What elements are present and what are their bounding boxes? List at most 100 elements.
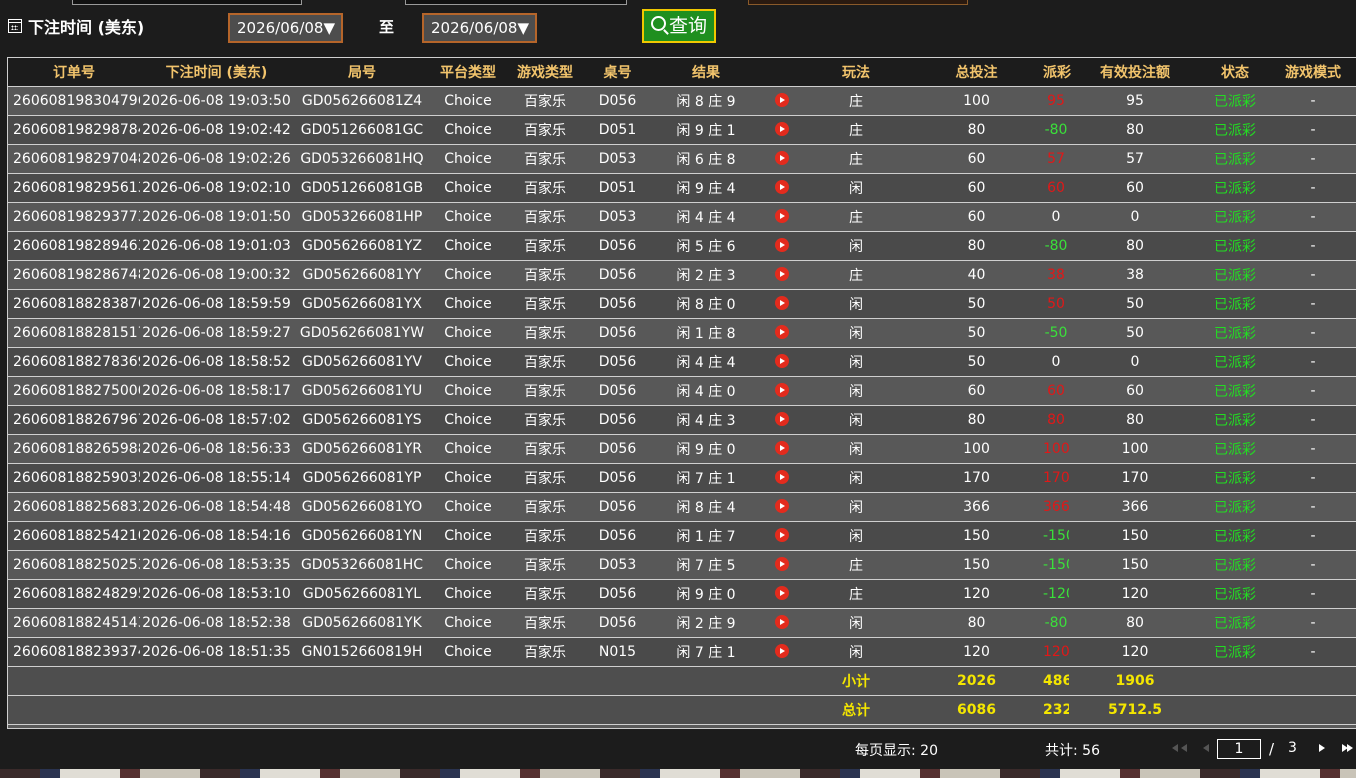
table-row: 260608188256832 2026-06-08 18:54:48 GD0562… bbox=[8, 492, 1356, 522]
bet-time-cell: 2026-06-08 18:59:27 bbox=[140, 318, 293, 348]
order-no-cell: 260608198298784 bbox=[8, 115, 140, 145]
bet-type-cell: 闲 bbox=[802, 521, 910, 551]
valid-bet-cell: 0 bbox=[1069, 202, 1201, 232]
play-video-icon[interactable] bbox=[775, 238, 789, 252]
col-total-bet: 总投注 bbox=[910, 58, 1043, 87]
col-game-mode: 游戏模式 bbox=[1269, 58, 1356, 87]
game-mode-cell: - bbox=[1269, 637, 1356, 667]
status-cell: 已派彩 bbox=[1201, 231, 1269, 261]
page-number-input[interactable] bbox=[1217, 739, 1261, 759]
bet-time-cell: 2026-06-08 19:02:42 bbox=[140, 115, 293, 145]
valid-bet-cell: 150 bbox=[1069, 521, 1201, 551]
col-bet-time: 下注时间 (美东) bbox=[140, 58, 293, 87]
total-bet-cell: 150 bbox=[910, 521, 1043, 551]
table-no-cell: D056 bbox=[585, 376, 650, 406]
result-cell: 闲 7 庄 1 bbox=[650, 637, 762, 667]
round-no-cell: GD056266081YY bbox=[293, 260, 431, 290]
play-video-icon[interactable] bbox=[775, 122, 789, 136]
order-no-cell: 260608188265988 bbox=[8, 434, 140, 464]
game-mode-cell: - bbox=[1269, 521, 1356, 551]
replay-cell bbox=[762, 637, 802, 667]
total-bet-cell: 100 bbox=[910, 86, 1043, 116]
total-bet-cell: 60 bbox=[910, 202, 1043, 232]
background-strip bbox=[0, 769, 1356, 778]
play-video-icon[interactable] bbox=[775, 93, 789, 107]
total-bet-cell: 40 bbox=[910, 260, 1043, 290]
play-video-icon[interactable] bbox=[775, 296, 789, 310]
play-video-icon[interactable] bbox=[775, 644, 789, 658]
prev-page-icon[interactable] bbox=[1203, 744, 1209, 752]
date-from-select[interactable]: 2026/06/08▼ bbox=[228, 13, 343, 43]
payout-cell: -120 bbox=[1043, 579, 1069, 609]
next-page-icon[interactable] bbox=[1319, 744, 1325, 752]
table-header-row: 订单号 下注时间 (美东) 局号 平台类型 游戏类型 桌号 结果 玩法 总投注 … bbox=[8, 58, 1356, 87]
play-video-icon[interactable] bbox=[775, 470, 789, 484]
game-mode-cell: - bbox=[1269, 318, 1356, 348]
play-video-icon[interactable] bbox=[775, 325, 789, 339]
play-video-icon[interactable] bbox=[775, 412, 789, 426]
page-separator: / bbox=[1269, 740, 1275, 758]
play-video-icon[interactable] bbox=[775, 615, 789, 629]
subtotal-row-total: 2026 bbox=[910, 666, 1043, 696]
order-no-cell: 260608188245143 bbox=[8, 608, 140, 638]
platform-cell: Choice bbox=[431, 347, 505, 377]
game-mode-cell: - bbox=[1269, 173, 1356, 203]
result-cell: 闲 8 庄 9 bbox=[650, 86, 762, 116]
date-to-select[interactable]: 2026/06/08▼ bbox=[422, 13, 537, 43]
platform-cell: Choice bbox=[431, 289, 505, 319]
play-video-icon[interactable] bbox=[775, 499, 789, 513]
game-type-cell: 百家乐 bbox=[505, 173, 585, 203]
play-video-icon[interactable] bbox=[775, 441, 789, 455]
game-type-cell: 百家乐 bbox=[505, 231, 585, 261]
play-video-icon[interactable] bbox=[775, 267, 789, 281]
bet-time-cell: 2026-06-08 18:51:35 bbox=[140, 637, 293, 667]
payout-cell: 0 bbox=[1043, 347, 1069, 377]
game-mode-cell: - bbox=[1269, 347, 1356, 377]
bet-type-cell: 闲 bbox=[802, 173, 910, 203]
valid-bet-cell: 57 bbox=[1069, 144, 1201, 174]
payout-cell: -80 bbox=[1043, 115, 1069, 145]
game-type-cell: 百家乐 bbox=[505, 463, 585, 493]
bet-type-cell: 庄 bbox=[802, 144, 910, 174]
play-video-icon[interactable] bbox=[775, 180, 789, 194]
total-bet-cell: 100 bbox=[910, 434, 1043, 464]
game-type-cell: 百家乐 bbox=[505, 289, 585, 319]
result-cell: 闲 4 庄 0 bbox=[650, 376, 762, 406]
play-video-icon[interactable] bbox=[775, 557, 789, 571]
replay-cell bbox=[762, 347, 802, 377]
last-page-icon[interactable] bbox=[1342, 744, 1353, 752]
status-cell: 已派彩 bbox=[1201, 492, 1269, 522]
play-video-icon[interactable] bbox=[775, 383, 789, 397]
table-row: 260608198289463 2026-06-08 19:01:03 GD0562… bbox=[8, 231, 1356, 261]
game-type-cell: 百家乐 bbox=[505, 260, 585, 290]
play-video-icon[interactable] bbox=[775, 528, 789, 542]
game-type-cell: 百家乐 bbox=[505, 492, 585, 522]
valid-bet-cell: 80 bbox=[1069, 231, 1201, 261]
table-no-cell: D056 bbox=[585, 579, 650, 609]
payout-cell: 95 bbox=[1043, 86, 1069, 116]
status-cell: 已派彩 bbox=[1201, 463, 1269, 493]
query-button[interactable]: 查询 bbox=[642, 9, 716, 43]
play-video-icon[interactable] bbox=[775, 151, 789, 165]
bet-time-cell: 2026-06-08 18:55:14 bbox=[140, 463, 293, 493]
bet-type-cell: 闲 bbox=[802, 434, 910, 464]
table-row: 260608198298784 2026-06-08 19:02:42 GD0512… bbox=[8, 115, 1356, 145]
order-no-cell: 260608188275000 bbox=[8, 376, 140, 406]
table-row: 260608198293773 2026-06-08 19:01:50 GD0532… bbox=[8, 202, 1356, 232]
platform-cell: Choice bbox=[431, 608, 505, 638]
subtotal-row-valid: 1906 bbox=[1069, 666, 1201, 696]
play-video-icon[interactable] bbox=[775, 586, 789, 600]
game-mode-cell: - bbox=[1269, 492, 1356, 522]
bet-time-cell: 2026-06-08 18:56:33 bbox=[140, 434, 293, 464]
total-bet-cell: 80 bbox=[910, 231, 1043, 261]
first-page-icon[interactable] bbox=[1172, 744, 1187, 752]
total-bet-cell: 50 bbox=[910, 347, 1043, 377]
game-type-cell: 百家乐 bbox=[505, 86, 585, 116]
round-no-cell: GN0152660819H bbox=[293, 637, 431, 667]
play-video-icon[interactable] bbox=[775, 354, 789, 368]
valid-bet-cell: 0 bbox=[1069, 347, 1201, 377]
table-row: 260608188248295 2026-06-08 18:53:10 GD0562… bbox=[8, 579, 1356, 609]
table-no-cell: D056 bbox=[585, 434, 650, 464]
table-row: 260608188275000 2026-06-08 18:58:17 GD0562… bbox=[8, 376, 1356, 406]
play-video-icon[interactable] bbox=[775, 209, 789, 223]
